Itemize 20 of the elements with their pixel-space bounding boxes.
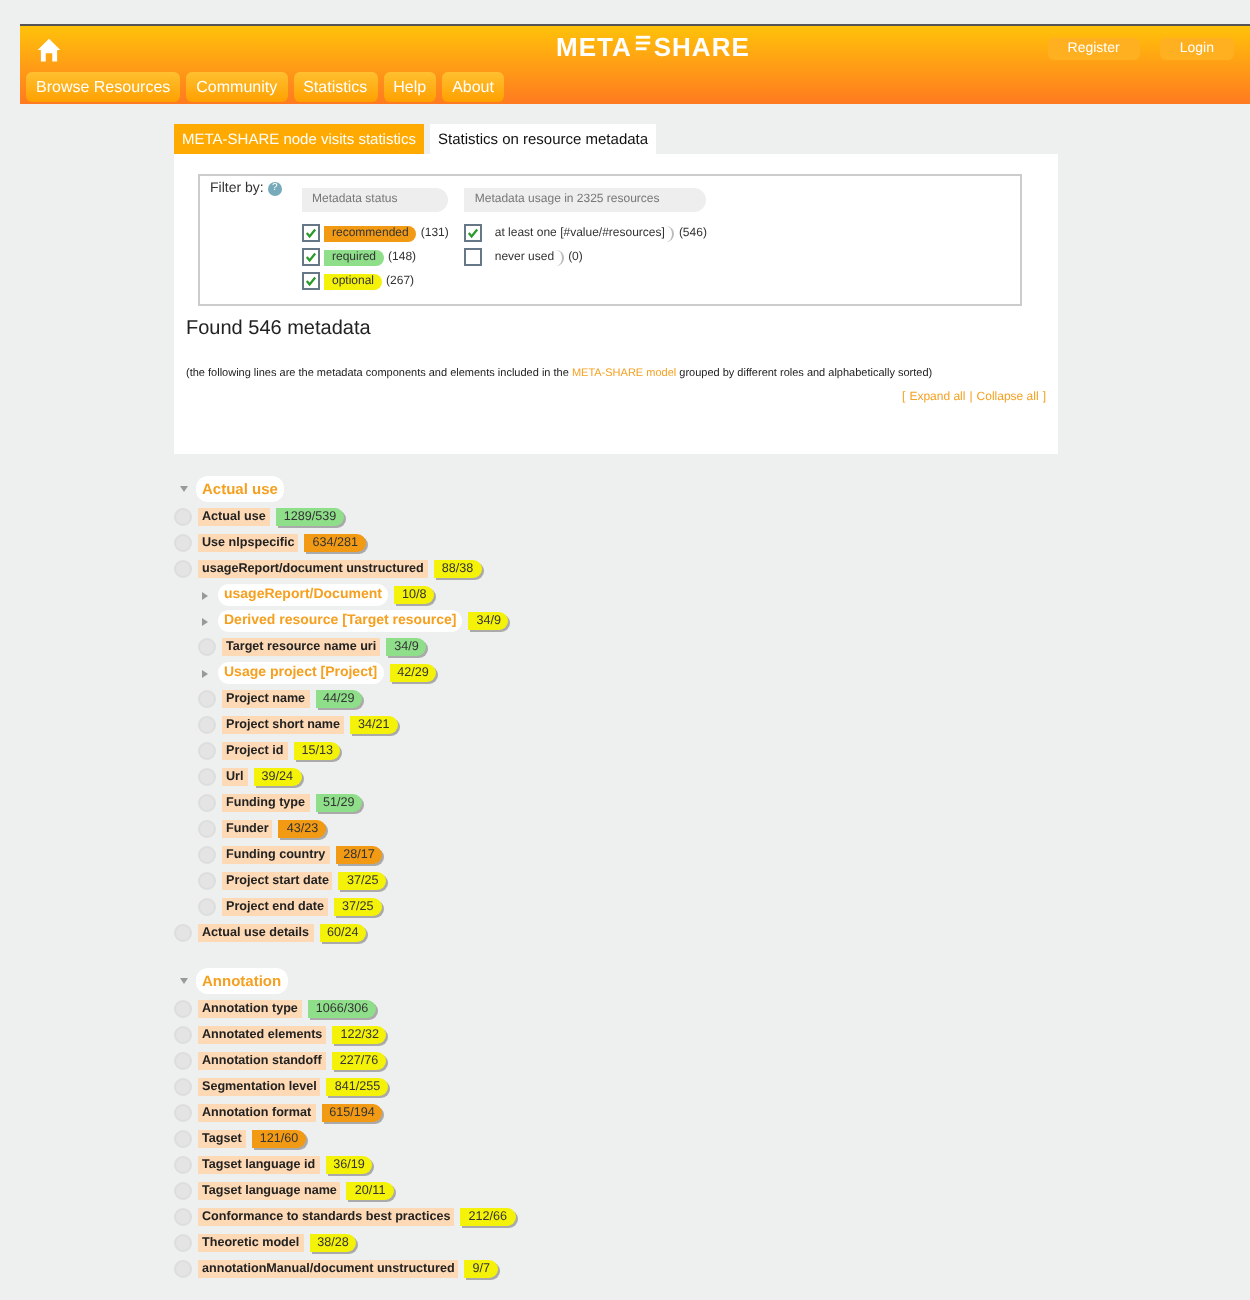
checkbox[interactable] [302, 272, 320, 290]
checkbox[interactable] [464, 248, 483, 266]
checkbox[interactable] [302, 248, 320, 266]
checkbox[interactable] [302, 224, 320, 242]
logo-text: SHARE [653, 32, 750, 62]
logo-mark-icon [633, 33, 652, 51]
results-heading: Found 546 metadata [186, 318, 373, 340]
expand-triangle-icon[interactable] [180, 977, 188, 983]
logo-text: META [556, 32, 632, 62]
nav-button[interactable]: Help [383, 72, 437, 102]
checkbox[interactable] [464, 224, 483, 242]
nav-button[interactable]: Statistics [293, 72, 378, 102]
expand-triangle-icon[interactable] [180, 485, 188, 491]
expand-triangle-icon[interactable] [202, 669, 208, 677]
nav-button[interactable]: About [442, 72, 504, 102]
home-icon[interactable] [36, 35, 62, 63]
nav-button[interactable]: Community [186, 72, 288, 102]
nav-button[interactable]: Browse Resources [26, 72, 181, 102]
expand-triangle-icon[interactable] [202, 617, 208, 625]
expand-triangle-icon[interactable] [202, 591, 208, 599]
